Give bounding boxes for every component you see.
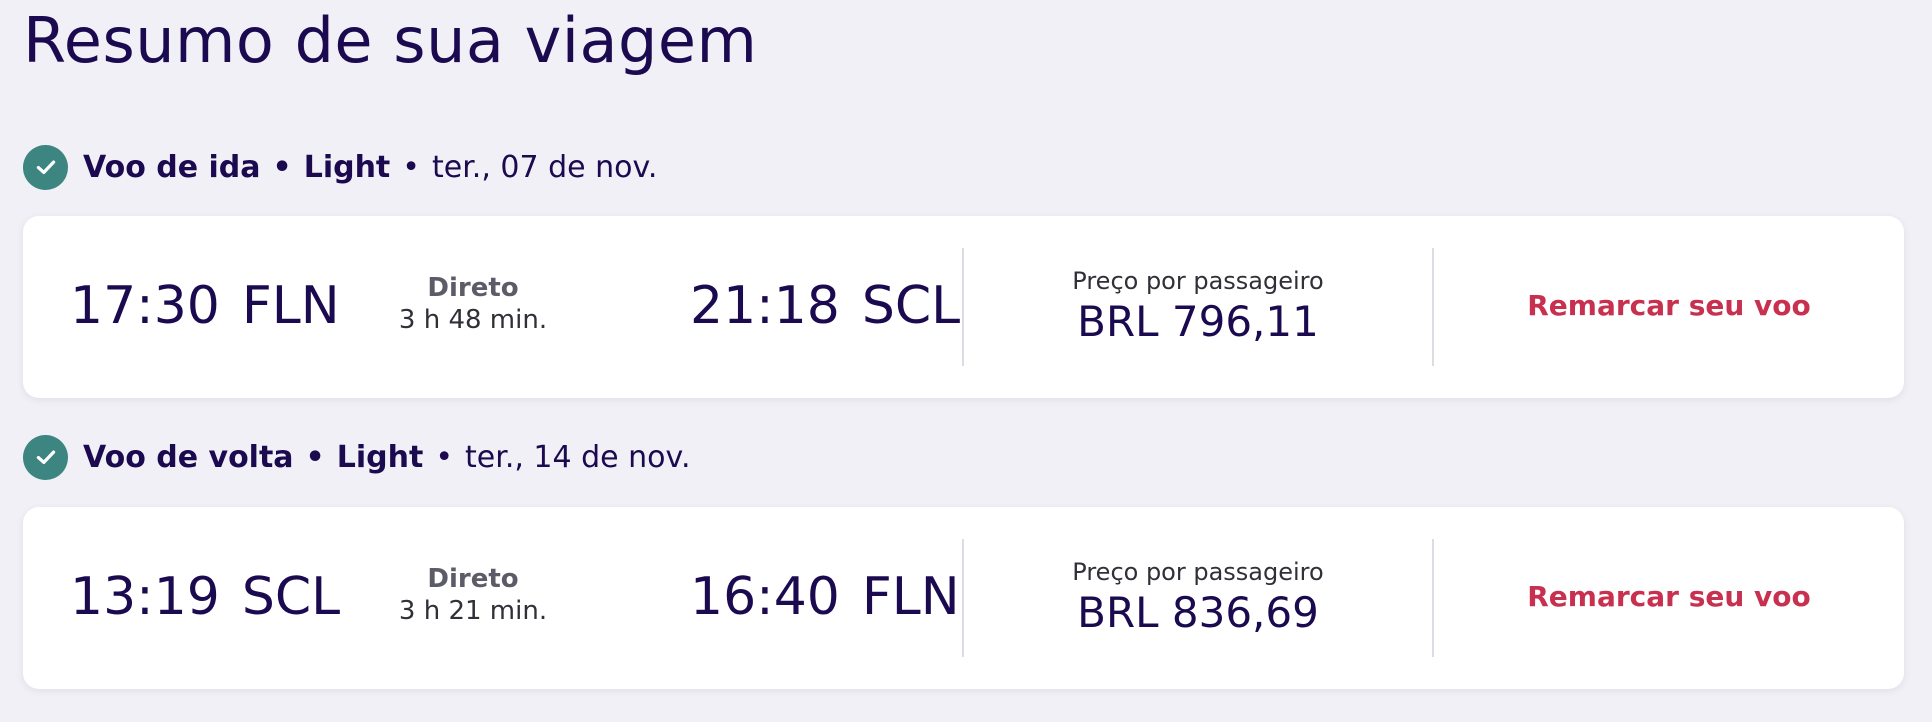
duration-info: Direto 3 h 48 min. <box>353 272 593 336</box>
check-circle-icon <box>23 144 68 190</box>
price-info: Preço por passageiro BRL 836,69 <box>964 557 1432 639</box>
segment-separator: • <box>305 439 325 475</box>
check-circle-icon <box>23 434 68 480</box>
segment-header-outbound: Voo de ida • Light • ter., 07 de nov. <box>23 144 657 190</box>
segment-label: Voo de ida <box>83 149 261 185</box>
arrival-info: 21:18 SCL <box>690 274 960 338</box>
stops-label: Direto <box>427 273 519 303</box>
price-value: BRL 836,69 <box>1077 588 1319 637</box>
segment-separator: • <box>435 439 454 475</box>
rebook-flight-link[interactable]: Remarcar seu voo <box>1434 577 1904 617</box>
price-info: Preço por passageiro BRL 796,11 <box>964 266 1432 348</box>
segment-label: Voo de volta <box>83 439 294 475</box>
departure-time: 13:19 <box>70 567 220 627</box>
price-label: Preço por passageiro <box>1072 558 1324 586</box>
segment-header-inbound: Voo de volta • Light • ter., 14 de nov. <box>23 434 691 480</box>
segment-date: ter., 14 de nov. <box>465 439 691 475</box>
price-value: BRL 796,11 <box>1077 297 1319 346</box>
trip-summary-page: Resumo de sua viagem Voo de ida • Light … <box>0 0 1932 722</box>
arrival-airport-code: FLN <box>861 567 960 627</box>
flight-card-inbound: 13:19 SCL Direto 3 h 21 min. 16:40 FLN Pre… <box>23 507 1904 689</box>
segment-separator: • <box>272 149 292 185</box>
segment-fare: Light <box>303 149 391 185</box>
segment-fare: Light <box>336 439 424 475</box>
stops-label: Direto <box>427 564 519 594</box>
departure-airport-code: SCL <box>241 567 341 627</box>
flight-duration: 3 h 48 min. <box>398 305 548 335</box>
arrival-info: 16:40 FLN <box>690 565 960 629</box>
segment-date: ter., 07 de nov. <box>431 149 658 185</box>
departure-info: 17:30 FLN <box>70 274 340 338</box>
rebook-flight-link[interactable]: Remarcar seu voo <box>1434 286 1904 326</box>
departure-airport-code: FLN <box>241 276 340 336</box>
price-label: Preço por passageiro <box>1072 267 1324 295</box>
arrival-time: 21:18 <box>690 276 840 336</box>
segment-separator: • <box>402 149 420 185</box>
duration-info: Direto 3 h 21 min. <box>353 563 593 627</box>
flight-card-outbound: 17:30 FLN Direto 3 h 48 min. 21:18 SCL Pre… <box>23 216 1904 398</box>
arrival-airport-code: SCL <box>861 276 961 336</box>
departure-time: 17:30 <box>70 276 220 336</box>
page-title: Resumo de sua viagem <box>23 4 758 77</box>
arrival-time: 16:40 <box>690 567 840 627</box>
departure-info: 13:19 SCL <box>70 565 340 629</box>
flight-duration: 3 h 21 min. <box>398 596 548 626</box>
